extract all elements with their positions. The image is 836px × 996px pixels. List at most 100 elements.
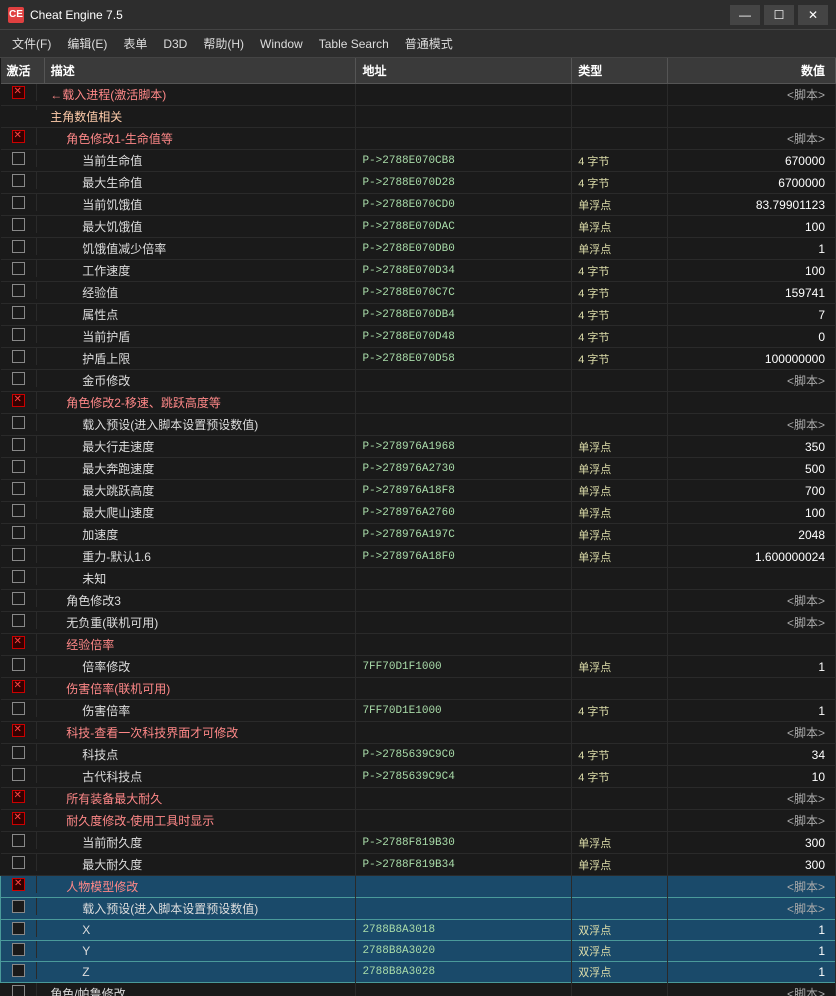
table-row[interactable]: 最大行走速度P->278976A1968单浮点350: [1, 436, 836, 458]
active-cell[interactable]: [1, 634, 37, 651]
active-cell[interactable]: [1, 983, 37, 996]
active-cell[interactable]: [1, 370, 37, 387]
active-cell[interactable]: [1, 876, 37, 893]
table-row[interactable]: 属性点P->2788E070DB44 字节7: [1, 304, 836, 326]
table-row[interactable]: 倍率修改7FF70D1F1000单浮点1: [1, 656, 836, 678]
table-row[interactable]: 经验倍率: [1, 634, 836, 656]
minimize-button[interactable]: —: [730, 5, 760, 25]
table-row[interactable]: 载入预设(进入脚本设置预设数值)<脚本>: [1, 414, 836, 436]
active-cell[interactable]: [1, 568, 37, 585]
active-cell[interactable]: [1, 436, 37, 453]
table-row[interactable]: 无负重(联机可用)<脚本>: [1, 612, 836, 634]
active-cell[interactable]: [1, 920, 37, 937]
menu-table-search[interactable]: Table Search: [311, 33, 397, 55]
active-cell[interactable]: [1, 84, 37, 101]
active-cell[interactable]: [1, 458, 37, 475]
table-row[interactable]: 经验值P->2788E070C7C4 字节159741: [1, 282, 836, 304]
active-cell[interactable]: [1, 854, 37, 871]
close-button[interactable]: ✕: [798, 5, 828, 25]
table-row[interactable]: 角色修改1-生命值等<脚本>: [1, 128, 836, 150]
table-row[interactable]: 工作速度P->2788E070D344 字节100: [1, 260, 836, 282]
table-row[interactable]: 最大饥饿值P->2788E070DAC单浮点100: [1, 216, 836, 238]
table-row[interactable]: Y2788B8A3020双浮点1: [1, 941, 836, 962]
active-cell[interactable]: [1, 502, 37, 519]
menu-d3d[interactable]: D3D: [155, 33, 195, 55]
active-cell[interactable]: [1, 480, 37, 497]
active-cell[interactable]: [1, 612, 37, 629]
active-cell[interactable]: [1, 414, 37, 431]
table-row[interactable]: 最大爬山速度P->278976A2760单浮点100: [1, 502, 836, 524]
table-row[interactable]: 饥饿值减少倍率P->2788E070DB0单浮点1: [1, 238, 836, 260]
active-cell[interactable]: [1, 546, 37, 563]
table-row[interactable]: 耐久度修改-使用工具时显示<脚本>: [1, 810, 836, 832]
active-cell[interactable]: [1, 722, 37, 739]
active-cell[interactable]: [1, 194, 37, 211]
active-cell[interactable]: [1, 392, 37, 409]
table-row[interactable]: 未知: [1, 568, 836, 590]
table-row[interactable]: 重力-默认1.6P->278976A18F0单浮点1.600000024: [1, 546, 836, 568]
menu-edit[interactable]: 编辑(E): [59, 31, 115, 56]
active-cell[interactable]: [1, 810, 37, 827]
table-row[interactable]: 当前生命值P->2788E070CB84 字节670000: [1, 150, 836, 172]
active-cell[interactable]: [1, 150, 37, 167]
table-row[interactable]: 最大生命值P->2788E070D284 字节6700000: [1, 172, 836, 194]
active-cell[interactable]: [1, 788, 37, 805]
table-row[interactable]: 金币修改<脚本>: [1, 370, 836, 392]
table-row[interactable]: 载入预设(进入脚本设置预设数值)<脚本>: [1, 898, 836, 920]
active-cell[interactable]: [1, 590, 37, 607]
active-cell[interactable]: [1, 832, 37, 849]
table-row[interactable]: 科技点P->2785639C9C04 字节34: [1, 744, 836, 766]
active-cell[interactable]: [1, 656, 37, 673]
menu-file[interactable]: 文件(F): [4, 31, 59, 56]
header-addr: 地址: [356, 58, 572, 84]
active-cell[interactable]: [1, 744, 37, 761]
addr-cell: P->2788E070D34: [356, 260, 572, 282]
table-row[interactable]: 加速度P->278976A197C单浮点2048: [1, 524, 836, 546]
active-cell[interactable]: [1, 700, 37, 717]
table-row[interactable]: 最大奔跑速度P->278976A2730单浮点500: [1, 458, 836, 480]
active-cell[interactable]: [1, 304, 37, 321]
active-cell[interactable]: [1, 524, 37, 541]
table-row[interactable]: 主角数值相关: [1, 106, 836, 128]
addr-cell: P->2788F819B30: [356, 832, 572, 854]
active-cell[interactable]: [1, 348, 37, 365]
table-row[interactable]: 所有装备最大耐久<脚本>: [1, 788, 836, 810]
table-row[interactable]: Z2788B8A3028双浮点1: [1, 962, 836, 983]
active-cell[interactable]: [1, 678, 37, 695]
table-row[interactable]: 古代科技点P->2785639C9C44 字节10: [1, 766, 836, 788]
active-cell[interactable]: [1, 260, 37, 277]
active-cell[interactable]: [1, 326, 37, 343]
active-cell[interactable]: [1, 941, 37, 958]
menu-help[interactable]: 帮助(H): [195, 31, 252, 56]
active-cell[interactable]: [1, 766, 37, 783]
table-row[interactable]: ←载入进程(激活脚本)<脚本>: [1, 84, 836, 106]
table-row[interactable]: 最大耐久度P->2788F819B34单浮点300: [1, 854, 836, 876]
table-row[interactable]: 角色/帕鲁修改<脚本>: [1, 983, 836, 996]
table-row[interactable]: 当前饥饿值P->2788E070CD0单浮点83.79901123: [1, 194, 836, 216]
active-cell[interactable]: [1, 282, 37, 299]
table-row[interactable]: 最大跳跃高度P->278976A18F8单浮点700: [1, 480, 836, 502]
addr-cell: P->2788E070D28: [356, 172, 572, 194]
table-row[interactable]: 人物模型修改<脚本>: [1, 876, 836, 898]
table-row[interactable]: 当前耐久度P->2788F819B30单浮点300: [1, 832, 836, 854]
table-row[interactable]: 当前护盾P->2788E070D484 字节0: [1, 326, 836, 348]
table-row[interactable]: 角色修改3<脚本>: [1, 590, 836, 612]
table-row[interactable]: 护盾上限P->2788E070D584 字节100000000: [1, 348, 836, 370]
menu-table[interactable]: 表单: [115, 31, 155, 56]
table-row[interactable]: 角色修改2-移速、跳跃高度等: [1, 392, 836, 414]
active-cell[interactable]: [1, 898, 37, 915]
active-cell[interactable]: [1, 216, 37, 233]
table-row[interactable]: 科技-查看一次科技界面才可修改<脚本>: [1, 722, 836, 744]
maximize-button[interactable]: ☐: [764, 5, 794, 25]
table-row[interactable]: 伤害倍率7FF70D1E10004 字节1: [1, 700, 836, 722]
table-row[interactable]: 伤害倍率(联机可用): [1, 678, 836, 700]
menu-window[interactable]: Window: [252, 33, 311, 55]
value-cell: <脚本>: [668, 898, 836, 920]
active-cell[interactable]: [1, 172, 37, 189]
menu-normal-mode[interactable]: 普通模式: [397, 31, 461, 56]
active-cell[interactable]: [1, 238, 37, 255]
table-row[interactable]: X2788B8A3018双浮点1: [1, 920, 836, 941]
active-cell[interactable]: [1, 106, 37, 110]
active-cell[interactable]: [1, 128, 37, 145]
active-cell[interactable]: [1, 962, 37, 979]
